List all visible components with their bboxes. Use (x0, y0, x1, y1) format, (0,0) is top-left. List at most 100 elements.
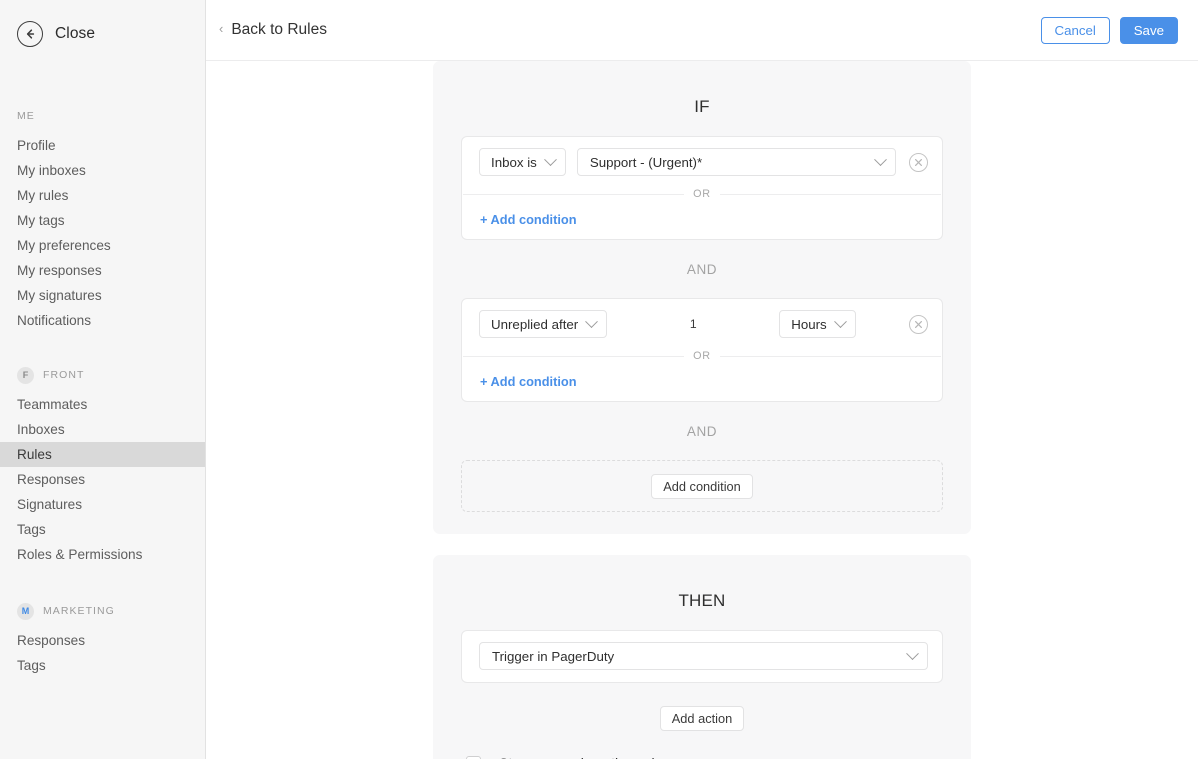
sidebar-item-my-rules[interactable]: My rules (0, 183, 205, 208)
sidebar-item-label: Tags (17, 658, 46, 673)
or-label-1: OR (693, 188, 711, 200)
add-action-button[interactable]: Add action (660, 706, 744, 731)
cancel-button[interactable]: Cancel (1041, 17, 1110, 44)
sidebar-item-my-preferences[interactable]: My preferences (0, 233, 205, 258)
editor-topbar: ‹ Back to Rules Cancel Save (206, 0, 1198, 61)
close-settings-button[interactable]: Close (0, 0, 205, 47)
chevron-down-icon (874, 153, 887, 166)
sidebar-item-my-signatures[interactable]: My signatures (0, 283, 205, 308)
close-label: Close (55, 25, 95, 43)
sidebar-group-front: F FRONT Teammates Inboxes Rules Response… (0, 364, 205, 567)
sidebar-item-label: Rules (17, 447, 52, 462)
condition-operator-select-1[interactable]: Inbox is (479, 148, 566, 176)
sidebar-item-roles-permissions[interactable]: Roles & Permissions (0, 542, 205, 567)
main-content: ‹ Back to Rules Cancel Save IF Inbox is (206, 0, 1198, 759)
rule-editor-scroll-area[interactable]: IF Inbox is Support - (Urgent)* (206, 61, 1198, 759)
condition-operator-value-2: Unreplied after (491, 317, 578, 332)
add-condition-link-1[interactable]: + Add condition (462, 200, 942, 239)
sidebar-item-label: My inboxes (17, 163, 86, 178)
sidebar-item-label: Profile (17, 138, 56, 153)
sidebar-item-label: Roles & Permissions (17, 547, 142, 562)
workspace-badge-marketing: M (17, 603, 34, 620)
condition-row-2: Unreplied after 1 Hours (462, 299, 942, 350)
condition-unit-value-2: Hours (791, 317, 826, 332)
action-select-1[interactable]: Trigger in PagerDuty (479, 642, 928, 670)
sidebar-item-label: My preferences (17, 238, 111, 253)
then-card: THEN Trigger in PagerDuty Add action Sto… (433, 555, 971, 759)
close-x-icon (914, 158, 923, 167)
chevron-down-icon (585, 315, 598, 328)
back-arrow-circle-icon (17, 21, 43, 47)
sidebar-item-responses[interactable]: Responses (0, 467, 205, 492)
or-label-2: OR (693, 350, 711, 362)
sidebar-item-label: Tags (17, 522, 46, 537)
stop-processing-label: Stop processing other rules (499, 755, 669, 759)
sidebar-item-label: Teammates (17, 397, 87, 412)
sidebar-item-my-responses[interactable]: My responses (0, 258, 205, 283)
or-divider-2: OR (462, 350, 942, 362)
settings-sidebar: Close ME Profile My inboxes My rules My … (0, 0, 206, 759)
add-condition-link-2[interactable]: + Add condition (462, 362, 942, 401)
group-header-me: ME (0, 105, 205, 127)
sidebar-item-label: My rules (17, 188, 68, 203)
app-root: Close ME Profile My inboxes My rules My … (0, 0, 1198, 759)
add-condition-placeholder[interactable]: Add condition (461, 460, 943, 512)
action-row-1: Trigger in PagerDuty (479, 642, 928, 670)
group-title-marketing: MARKETING (43, 605, 115, 617)
condition-group-2: Unreplied after 1 Hours (461, 298, 943, 402)
sidebar-item-signatures[interactable]: Signatures (0, 492, 205, 517)
sidebar-item-label: Responses (17, 633, 85, 648)
action-value-1: Trigger in PagerDuty (492, 649, 908, 664)
group-title-me: ME (17, 110, 35, 122)
remove-condition-button-1[interactable] (909, 153, 928, 172)
topbar-actions: Cancel Save (1041, 17, 1178, 44)
stop-processing-checkbox[interactable] (466, 756, 481, 759)
divider-line-right (720, 194, 941, 195)
condition-operator-value-1: Inbox is (491, 155, 537, 170)
if-section-title: IF (433, 77, 971, 136)
sidebar-item-marketing-tags[interactable]: Tags (0, 653, 205, 678)
remove-condition-button-2[interactable] (909, 315, 928, 334)
sidebar-item-inboxes[interactable]: Inboxes (0, 417, 205, 442)
add-action-wrap: Add action (433, 683, 971, 731)
workspace-badge-front: F (17, 367, 34, 384)
group-header-marketing: M MARKETING (0, 600, 205, 622)
close-x-icon (914, 320, 923, 329)
add-condition-button[interactable]: Add condition (651, 474, 753, 499)
condition-amount-input-2[interactable]: 1 (618, 317, 768, 331)
then-section-title: THEN (433, 571, 971, 630)
sidebar-item-my-inboxes[interactable]: My inboxes (0, 158, 205, 183)
sidebar-item-label: Inboxes (17, 422, 65, 437)
divider-line-left (463, 194, 684, 195)
sidebar-group-marketing: M MARKETING Responses Tags (0, 600, 205, 678)
divider-line-right (720, 356, 941, 357)
or-divider-1: OR (462, 188, 942, 200)
chevron-down-icon (906, 647, 919, 660)
sidebar-item-label: Responses (17, 472, 85, 487)
sidebar-item-notifications[interactable]: Notifications (0, 308, 205, 333)
sidebar-item-profile[interactable]: Profile (0, 133, 205, 158)
condition-value-1: Support - (Urgent)* (590, 155, 876, 170)
condition-unit-select-2[interactable]: Hours (779, 310, 855, 338)
if-card: IF Inbox is Support - (Urgent)* (433, 61, 971, 534)
condition-operator-select-2[interactable]: Unreplied after (479, 310, 607, 338)
sidebar-item-tags[interactable]: Tags (0, 517, 205, 542)
sidebar-item-label: My tags (17, 213, 65, 228)
back-to-rules-link[interactable]: ‹ Back to Rules (219, 21, 327, 39)
chevron-down-icon (834, 315, 847, 328)
sidebar-item-label: Signatures (17, 497, 82, 512)
sidebar-item-rules[interactable]: Rules (0, 442, 205, 467)
chevron-down-icon (544, 153, 557, 166)
sidebar-item-label: Notifications (17, 313, 91, 328)
back-to-rules-label: Back to Rules (231, 21, 327, 39)
sidebar-item-teammates[interactable]: Teammates (0, 392, 205, 417)
sidebar-item-my-tags[interactable]: My tags (0, 208, 205, 233)
sidebar-item-label: My signatures (17, 288, 102, 303)
action-group-1: Trigger in PagerDuty (461, 630, 943, 683)
save-button[interactable]: Save (1120, 17, 1178, 44)
sidebar-item-label: My responses (17, 263, 102, 278)
stop-processing-row[interactable]: Stop processing other rules (433, 731, 971, 759)
sidebar-group-me: ME Profile My inboxes My rules My tags M… (0, 105, 205, 333)
sidebar-item-marketing-responses[interactable]: Responses (0, 628, 205, 653)
condition-value-select-1[interactable]: Support - (Urgent)* (577, 148, 896, 176)
